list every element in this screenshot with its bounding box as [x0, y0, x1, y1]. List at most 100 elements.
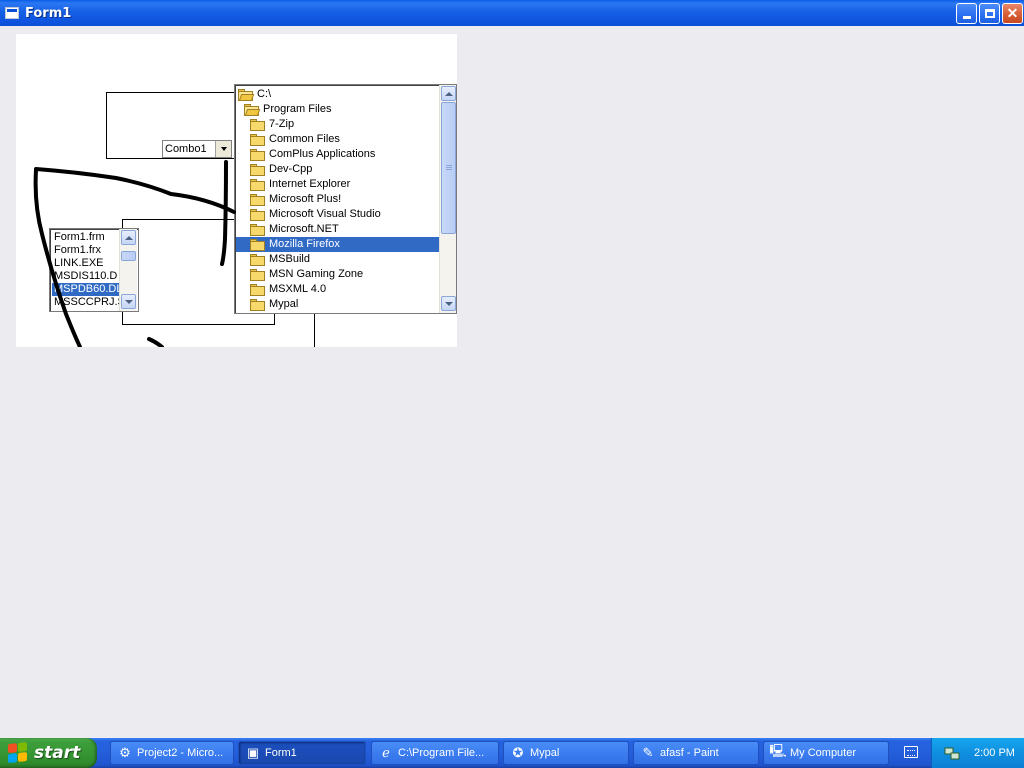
taskbar-button-label: C:\Program File... [398, 747, 485, 759]
file-list-box[interactable]: Form1.frm Form1.frx LINK.EXE MSDIS110.D MSPD… [49, 228, 139, 312]
folder-icon [250, 193, 266, 206]
combo-dropdown-button[interactable] [215, 141, 231, 157]
directory-label: Common Files [269, 133, 340, 145]
thumb-grip [446, 169, 452, 170]
directory-list-item[interactable]: MSBuild [236, 252, 439, 267]
combo-value: Combo1 [165, 143, 207, 155]
directory-list-item[interactable]: Mozilla Firefox [236, 237, 439, 252]
internet-explorer-icon: ℯ [382, 745, 390, 760]
directory-list-box[interactable]: C:\ Program Files 7-Zip Common Files ComPlus… [234, 84, 457, 314]
directory-list-item[interactable]: MSXML 4.0 [236, 282, 439, 297]
system-tray: 2:00 PM [931, 738, 1024, 768]
directory-label: Mozilla Firefox [269, 238, 340, 250]
maximize-icon [984, 9, 995, 18]
close-button[interactable]: ✕ [1002, 3, 1023, 24]
chevron-up-icon [444, 91, 453, 96]
chevron-down-icon [444, 301, 453, 306]
scroll-up-button[interactable] [121, 230, 136, 245]
directory-label: ComPlus Applications [269, 148, 376, 160]
taskbar-button[interactable]: ▣ Form1 [238, 741, 366, 765]
form-window-icon [5, 7, 19, 19]
maximize-button[interactable] [979, 3, 1000, 24]
scroll-down-button[interactable] [441, 296, 456, 311]
folder-icon [250, 298, 266, 311]
vb6-icon: ⚙ [119, 745, 131, 760]
directory-label: Mypal [269, 298, 299, 310]
thumb-grip [446, 165, 452, 166]
directory-label: 7-Zip [269, 118, 295, 130]
combo-box[interactable]: Combo1 [162, 140, 232, 158]
file-list-item[interactable]: MSDIS110.D [52, 270, 120, 283]
directory-list-item[interactable]: Common Files [236, 132, 439, 147]
directory-list-item[interactable]: Internet Explorer [236, 177, 439, 192]
taskbar-button[interactable]: ✎ afasf - Paint [633, 741, 759, 765]
folder-icon [250, 268, 266, 281]
file-list-scrollbar[interactable] [119, 229, 137, 311]
taskbar: start ⚙ Project2 - Micro... ▣ Form1 ℯ C:\Prog… [0, 738, 1024, 768]
file-list-item[interactable]: MSSCCPRJ.S [52, 296, 120, 309]
scroll-thumb[interactable] [121, 251, 136, 261]
taskbar-button-label: Mypal [530, 747, 560, 759]
directory-label: Program Files [263, 103, 332, 115]
directory-list-scrollbar[interactable] [439, 85, 456, 313]
directory-list-item[interactable]: Dev-Cpp [236, 162, 439, 177]
taskbar-button[interactable]: ℯ C:\Program File... [371, 741, 499, 765]
form-window-icon: ▣ [246, 745, 260, 760]
my-computer-icon: 🖳 [769, 743, 787, 758]
file-list-item[interactable]: Form1.frx [52, 244, 120, 257]
chevron-down-icon [124, 299, 133, 304]
taskbar-button-label: Form1 [265, 747, 297, 759]
network-icon[interactable] [944, 745, 960, 761]
directory-list-item[interactable]: C:\ [236, 87, 439, 102]
scroll-up-button[interactable] [441, 86, 456, 101]
directory-list-item[interactable]: 7-Zip [236, 117, 439, 132]
thumb-grip [446, 167, 452, 168]
directory-list-item[interactable]: Mypal [236, 297, 439, 312]
folder-icon [250, 133, 266, 146]
folder-icon [250, 238, 266, 251]
scroll-down-button[interactable] [121, 294, 136, 309]
folder-icon [250, 208, 266, 221]
scribble-stroke [34, 167, 236, 214]
close-icon: ✕ [1006, 5, 1019, 21]
directory-list-item[interactable]: Program Files [236, 102, 439, 117]
title-bar[interactable]: Form1 ✕ [0, 0, 1024, 26]
paint-icon: ✎ [642, 745, 654, 760]
directory-label: C:\ [257, 88, 272, 100]
file-list-item[interactable]: LINK.EXE [52, 257, 120, 270]
file-list-item[interactable]: Form1.frm [52, 231, 120, 244]
directory-list-item[interactable]: Microsoft Visual Studio [236, 207, 439, 222]
open-folder-icon [238, 88, 255, 101]
directory-label: Microsoft Plus! [269, 193, 342, 205]
taskbar-button[interactable]: ⚙ Project2 - Micro... [110, 741, 234, 765]
scroll-thumb[interactable] [441, 102, 456, 234]
taskbar-button-label: My Computer [790, 747, 857, 759]
keyboard-icon[interactable] [904, 746, 918, 758]
folder-icon [250, 223, 266, 236]
directory-label: MSBuild [269, 253, 310, 265]
mypal-icon: ✪ [512, 745, 524, 760]
clock[interactable]: 2:00 PM [974, 747, 1015, 759]
directory-label: MSXML 4.0 [269, 283, 327, 295]
start-button[interactable]: start [0, 738, 97, 768]
directory-label: Microsoft Visual Studio [269, 208, 381, 220]
window-title: Form1 [25, 5, 72, 21]
directory-list-item[interactable]: MSN Gaming Zone [236, 267, 439, 282]
windows-logo-icon [8, 742, 28, 764]
directory-label: Dev-Cpp [269, 163, 313, 175]
open-folder-icon [244, 103, 261, 116]
directory-list-item[interactable]: Microsoft Plus! [236, 192, 439, 207]
directory-label: Microsoft.NET [269, 223, 339, 235]
directory-list-item[interactable]: Microsoft.NET [236, 222, 439, 237]
scribble-stroke [147, 337, 164, 347]
taskbar-button[interactable]: ✪ Mypal [503, 741, 629, 765]
folder-icon [250, 148, 266, 161]
minimize-button[interactable] [956, 3, 977, 24]
directory-list-item[interactable]: ComPlus Applications [236, 147, 439, 162]
form-canvas[interactable]: Combo1 Form1.frm Form1.frx LINK.EXE MSDIS11… [16, 34, 457, 347]
folder-icon [250, 163, 266, 176]
line-control[interactable] [314, 314, 315, 347]
folder-icon [250, 178, 266, 191]
taskbar-button[interactable]: 🖳 My Computer [763, 741, 889, 765]
file-list-item[interactable]: MSPDB60.DL [52, 283, 120, 296]
